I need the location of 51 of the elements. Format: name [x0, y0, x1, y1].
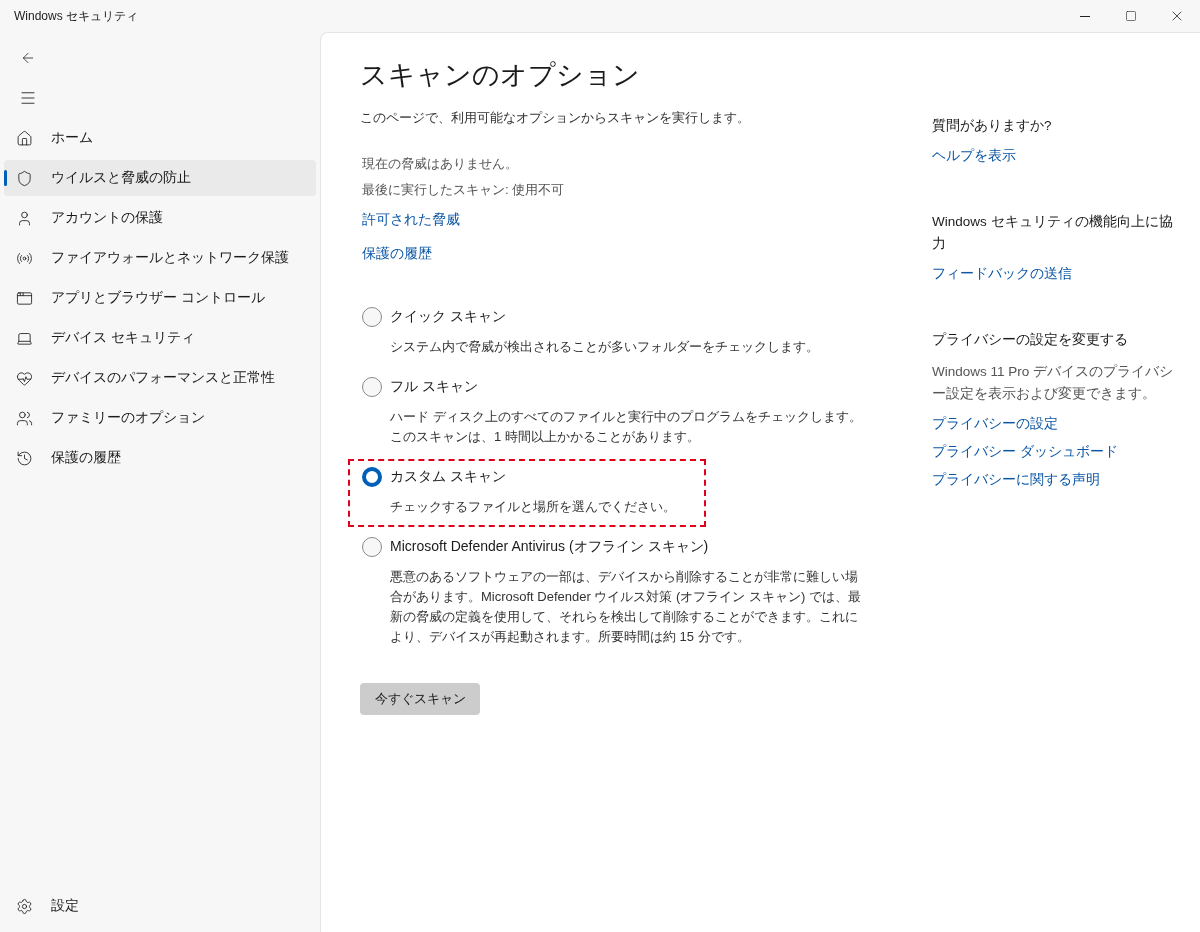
link[interactable]: 保護の履歴 — [362, 245, 432, 263]
radio-button[interactable] — [362, 467, 382, 487]
shield-icon — [16, 169, 33, 187]
person-icon — [16, 209, 33, 227]
section-heading: プライバシーの設定を変更する — [932, 331, 1129, 349]
history-icon — [16, 449, 33, 467]
sidebar-item[interactable]: 保護の履歴 — [4, 440, 316, 476]
option-label: Microsoft Defender Antivirus (オフライン スキャン) — [390, 538, 709, 556]
settings-item[interactable]: 設定 — [4, 888, 316, 924]
menu-icon — [19, 89, 37, 107]
link[interactable]: ヘルプを表示 — [932, 147, 1016, 165]
selection-indicator — [4, 170, 7, 186]
maximize-icon — [1125, 10, 1137, 22]
status-text: 最後に実行したスキャン: 使用不可 — [362, 181, 566, 199]
settings-icon — [16, 897, 33, 915]
section-heading: Windows セキュリティの機能向上に協力 — [932, 213, 1174, 253]
link[interactable]: プライバシーに関する声明 — [932, 471, 1100, 489]
people-icon — [16, 409, 33, 427]
sidebar-item[interactable]: ウイルスと脅威の防止 — [4, 160, 316, 196]
home-icon — [16, 129, 33, 147]
radio-button[interactable] — [362, 307, 382, 327]
sidebar-item[interactable]: アプリとブラウザー コントロール — [4, 280, 316, 316]
link[interactable]: プライバシーの設定 — [932, 415, 1058, 433]
status-text: 現在の脅威はありません。 — [362, 155, 519, 173]
sidebar-item[interactable]: ファミリーのオプション — [4, 400, 316, 436]
page-description: このページで、利用可能なオプションからスキャンを実行します。 — [360, 109, 751, 127]
minimize-icon — [1080, 15, 1090, 17]
page-title: スキャンのオプション — [360, 59, 641, 92]
option-label: カスタム スキャン — [390, 468, 506, 486]
sidebar-item[interactable]: アカウントの保護 — [4, 200, 316, 236]
option-label: フル スキャン — [390, 378, 478, 396]
sidebar-item[interactable]: デバイス セキュリティ — [4, 320, 316, 356]
option-description: チェックするファイルと場所を選んでください。 — [390, 498, 677, 516]
link[interactable]: 許可された脅威 — [362, 211, 460, 229]
sidebar-item[interactable]: ファイアウォールとネットワーク保護 — [4, 240, 316, 276]
window-title: Windows セキュリティ — [14, 7, 139, 25]
link[interactable]: プライバシー ダッシュボード — [932, 443, 1118, 461]
heart-pulse-icon — [16, 369, 33, 387]
radio-button[interactable] — [362, 537, 382, 557]
option-label: クイック スキャン — [390, 308, 506, 326]
option-description: ハード ディスク上のすべてのファイルと実行中のプログラムをチェックします。このスキャンは、1 時間以上かかることがあります。 — [390, 408, 862, 446]
radio-button[interactable] — [362, 377, 382, 397]
section-heading: 質問がありますか? — [932, 117, 1053, 135]
section-text: Windows 11 Pro デバイスのプライバシー設定を表示および変更できます。 — [932, 363, 1175, 403]
link[interactable]: フィードバックの送信 — [932, 265, 1072, 283]
sidebar-item[interactable]: ホーム — [4, 120, 316, 156]
option-description: システム内で脅威が検出されることが多いフォルダーをチェックします。 — [390, 338, 820, 356]
window-icon — [16, 289, 33, 307]
option-description: 悪意のあるソフトウェアの一部は、デバイスから削除することが非常に難しい場合があります。Microsoft Defender ウイルス対策 (オフライン スキャン) では、最新の脅威の定義を使用して、それらを検出して削除することができます。これにより、デバイスが再起動されます。所要時間は約 15 分です。 — [390, 568, 862, 646]
scan-now-button[interactable]: 今すぐスキャン — [360, 683, 480, 715]
sidebar-item[interactable]: デバイスのパフォーマンスと正常性 — [4, 360, 316, 396]
